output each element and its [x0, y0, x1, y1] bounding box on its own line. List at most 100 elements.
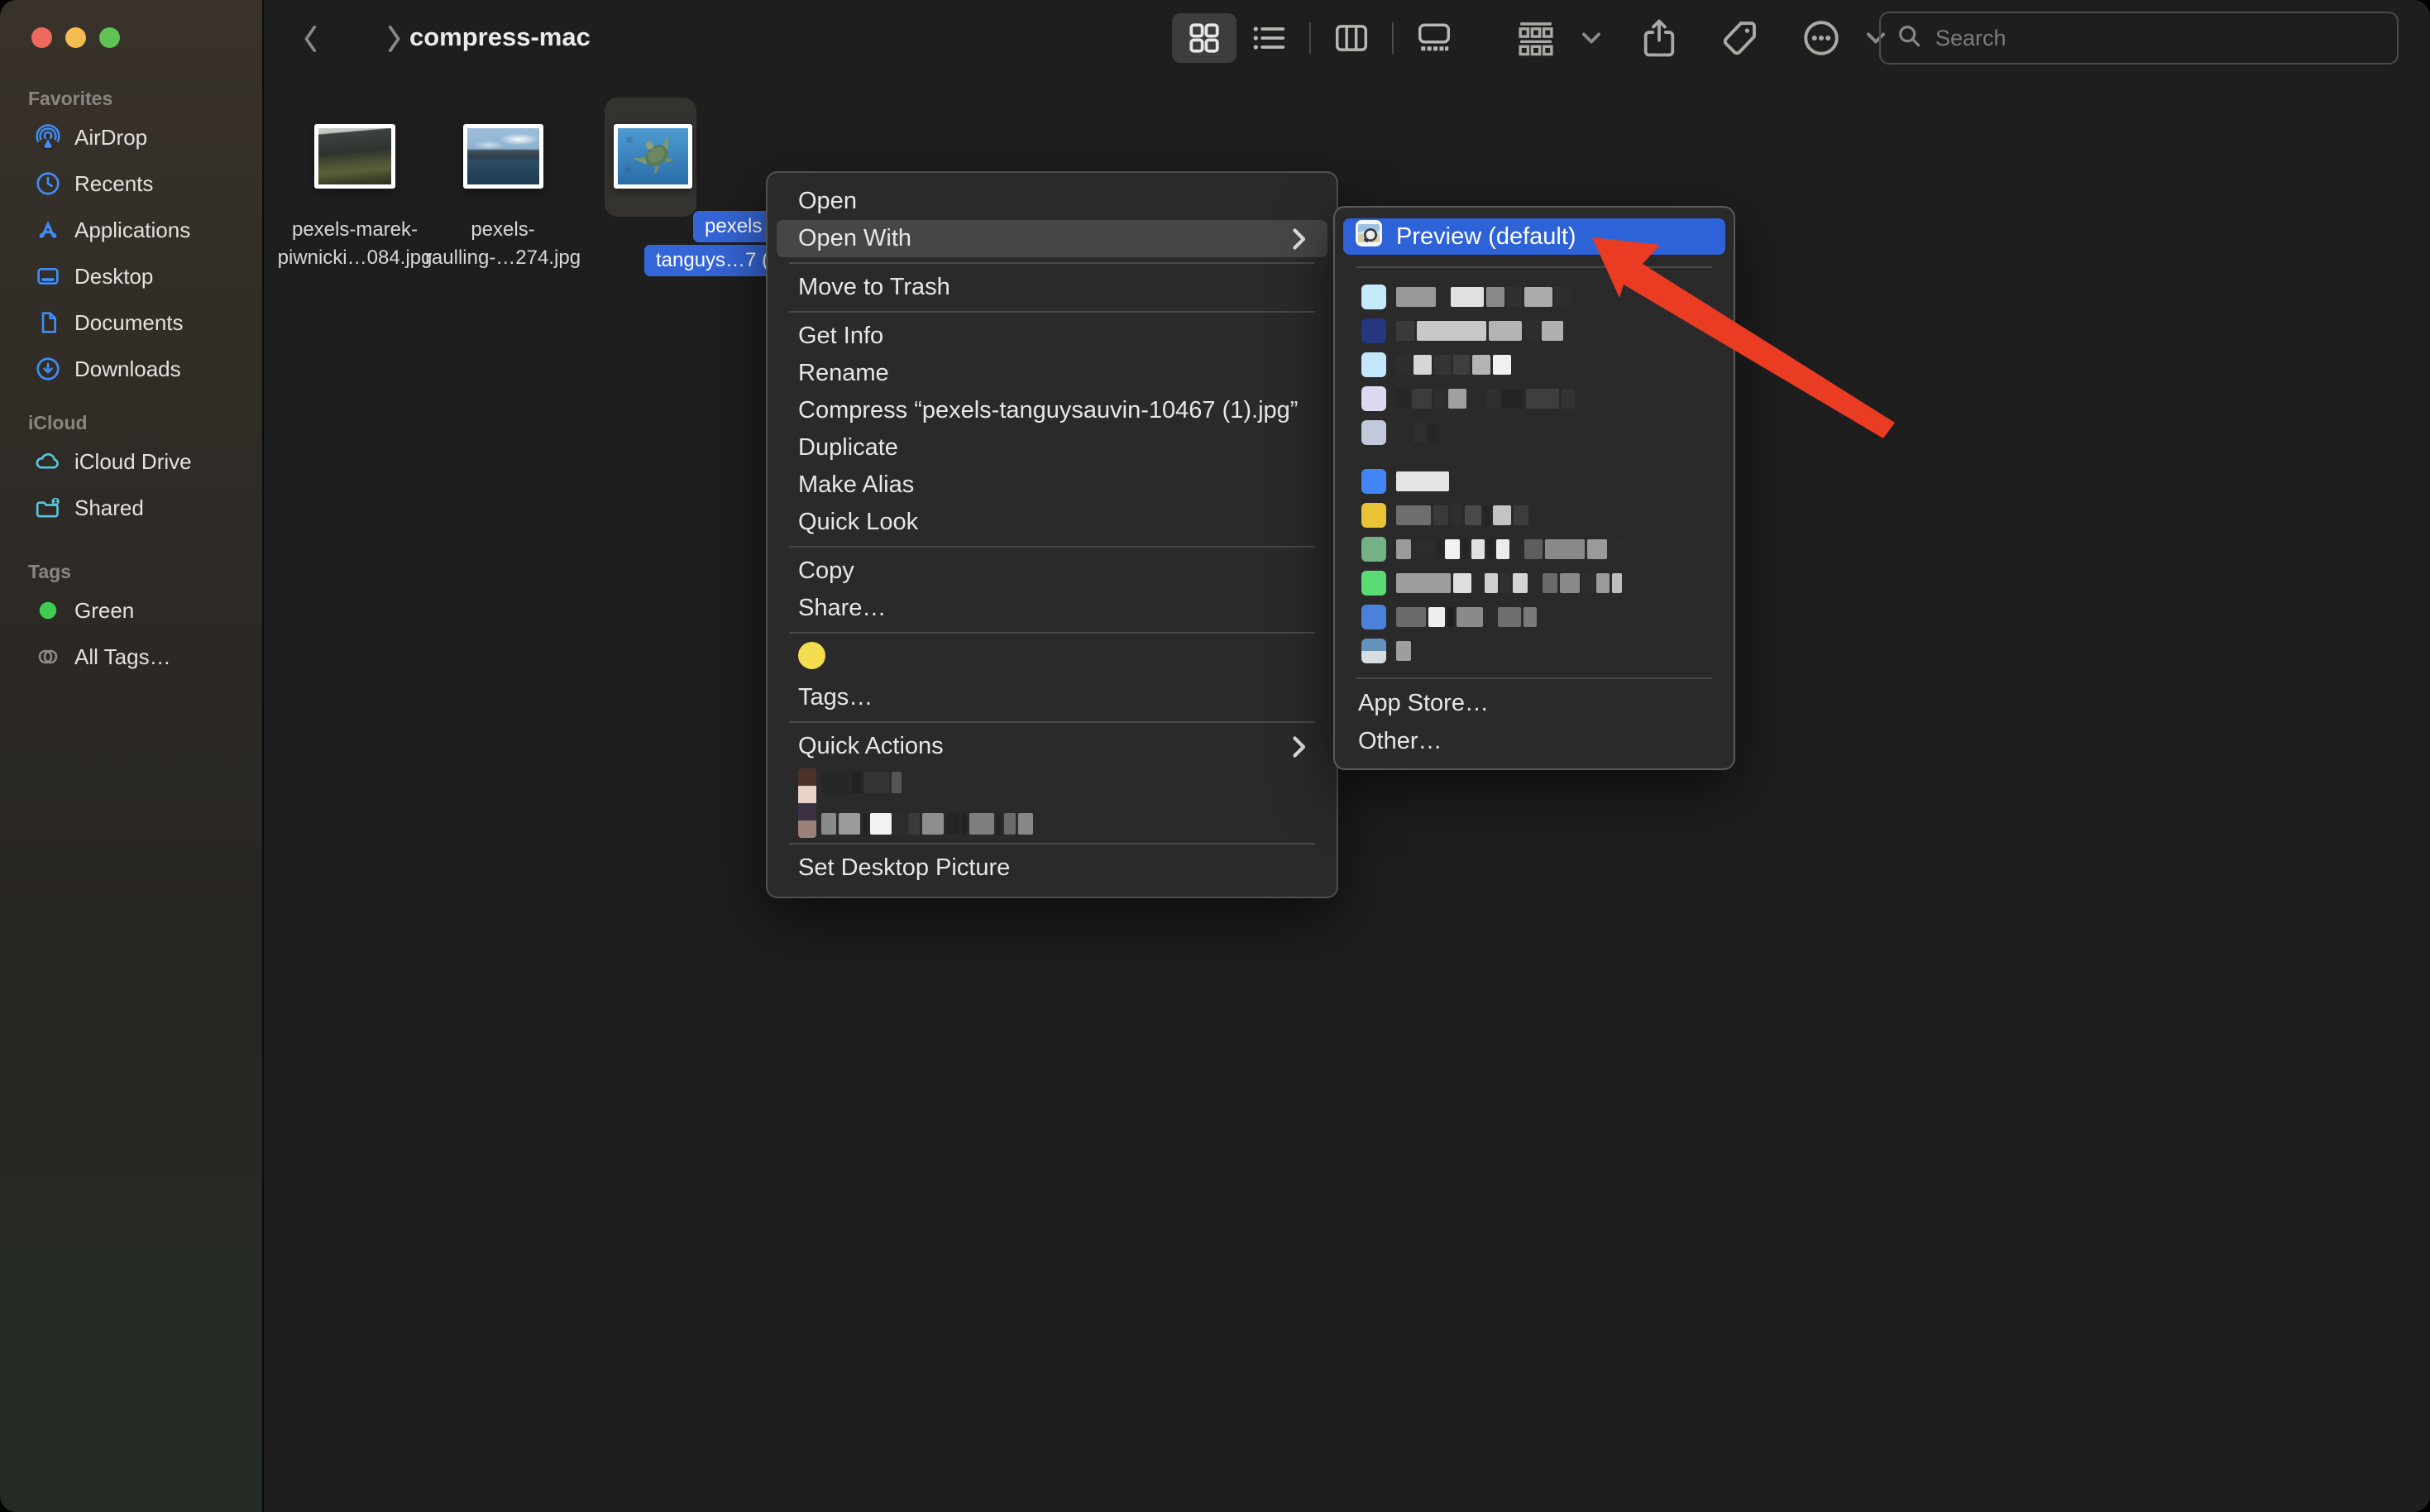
blurred-app-row[interactable] [1335, 600, 1734, 634]
menu-item-tags[interactable]: Tags… [777, 679, 1327, 716]
shared-folder-icon [33, 493, 63, 523]
sidebar-item-green[interactable]: Green [0, 587, 256, 634]
submenu-item-label: Preview (default) [1396, 223, 1576, 251]
document-icon [33, 308, 63, 337]
search-field[interactable] [1879, 12, 2399, 65]
file-label[interactable]: pexels-raulling-…274.jpg [404, 216, 602, 272]
app-icon [1361, 639, 1386, 663]
appstore-a-icon [33, 215, 63, 245]
sidebar-item-applications[interactable]: Applications [0, 207, 256, 253]
sidebar-item-shared[interactable]: Shared [0, 485, 256, 531]
sidebar-section-header-icloud: iCloud [0, 407, 256, 438]
file-thumbnail-coast[interactable] [463, 124, 543, 189]
blurred-app-row[interactable] [1335, 532, 1734, 566]
blurred-app-row[interactable] [1335, 347, 1734, 381]
submenu-item-app-store[interactable]: App Store… [1335, 684, 1734, 722]
sidebar-item-label: AirDrop [74, 125, 147, 151]
separator [789, 311, 1315, 313]
menu-item-open[interactable]: Open [777, 183, 1327, 220]
menu-item-open-with[interactable]: Open With [777, 220, 1327, 257]
chevron-down-icon[interactable] [1579, 28, 1604, 48]
open-with-submenu: Preview (default) App Store…Other… [1333, 206, 1735, 770]
menu-item-label: Make Alias [798, 471, 914, 499]
traffic-lights [31, 27, 120, 48]
back-icon[interactable] [297, 18, 325, 64]
file-thumbnail-mountain[interactable] [314, 124, 395, 189]
menu-item-quick-look[interactable]: Quick Look [777, 504, 1327, 541]
menu-item-compress-pexels-tanguysauvin-10467-1-jpg[interactable]: Compress “pexels-tanguysauvin-10467 (1).… [777, 392, 1327, 429]
menu-item-move-to-trash[interactable]: Move to Trash [777, 269, 1327, 306]
tag-icon[interactable] [1720, 17, 1761, 59]
blurred-app-row[interactable] [1335, 313, 1734, 347]
menu-item-label: Move to Trash [798, 274, 950, 301]
separator [789, 262, 1315, 264]
submenu-item-preview-default[interactable]: Preview (default) [1343, 218, 1725, 255]
sidebar-sections: FavoritesAirDropRecentsApplicationsDeskt… [0, 83, 256, 680]
blurred-app-row[interactable] [1335, 634, 1734, 667]
sidebar-item-label: Downloads [74, 356, 181, 382]
submenu-chevron-icon [1289, 734, 1308, 759]
blurred-app-row[interactable] [1335, 415, 1734, 449]
app-icon [1361, 537, 1386, 562]
separator [789, 721, 1315, 723]
menu-item-label: Share… [798, 595, 886, 622]
context-menu: Open Open With Move to Trash Get InfoRename… [766, 171, 1338, 898]
sidebar-item-downloads[interactable]: Downloads [0, 346, 256, 392]
sidebar-item-airdrop[interactable]: AirDrop [0, 114, 256, 160]
sidebar-item-desktop[interactable]: Desktop [0, 253, 256, 299]
menu-item-share[interactable]: Share… [777, 590, 1327, 627]
cloud-icon [33, 447, 63, 476]
sidebar-item-label: Recents [74, 171, 153, 197]
sidebar-item-documents[interactable]: Documents [0, 299, 256, 346]
menu-item-get-info[interactable]: Get Info [777, 318, 1327, 355]
menu-item-quick-actions[interactable]: Quick Actions [777, 728, 1327, 765]
menu-item-set-desktop-picture[interactable]: Set Desktop Picture [777, 849, 1327, 887]
sidebar-item-recents[interactable]: Recents [0, 160, 256, 207]
menu-item-duplicate[interactable]: Duplicate [777, 429, 1327, 467]
sidebar-item-label: Desktop [74, 264, 153, 289]
blurred-app-name [1396, 539, 1623, 559]
blurred-app-name [1396, 607, 1537, 627]
blurred-app-name [1396, 287, 1571, 307]
forward-icon[interactable] [380, 18, 408, 64]
separator [789, 843, 1315, 845]
more-icon[interactable] [1801, 17, 1842, 59]
menu-item-label: Open With [798, 225, 911, 252]
column-view-button[interactable] [1319, 13, 1384, 63]
sea-turtle-image [618, 128, 688, 184]
icon-view-button[interactable] [1172, 13, 1237, 63]
submenu-item-other[interactable]: Other… [1335, 722, 1734, 760]
all-tags-icon [33, 642, 63, 672]
blurred-app-row[interactable] [1335, 280, 1734, 313]
sidebar-item-icloud-drive[interactable]: iCloud Drive [0, 438, 256, 485]
list-view-button[interactable] [1237, 13, 1301, 63]
zoom-button[interactable] [99, 27, 120, 48]
close-button[interactable] [31, 27, 52, 48]
download-circle-icon [33, 354, 63, 384]
sidebar-item-all-tags[interactable]: All Tags… [0, 634, 256, 680]
search-input[interactable] [1935, 26, 2382, 51]
menu-item-make-alias[interactable]: Make Alias [777, 467, 1327, 504]
menu-item-label: Set Desktop Picture [798, 854, 1010, 882]
minimize-button[interactable] [65, 27, 86, 48]
yellow-tag-dot[interactable] [798, 642, 825, 669]
app-icon [1361, 469, 1386, 494]
sidebar-item-label: Applications [74, 218, 190, 243]
menu-item-rename[interactable]: Rename [777, 355, 1327, 392]
sidebar-item-label: iCloud Drive [74, 449, 192, 475]
app-icon [1361, 420, 1386, 445]
share-icon[interactable] [1638, 17, 1680, 60]
group-icon[interactable] [1514, 18, 1557, 58]
blurred-app-row[interactable] [1335, 498, 1734, 532]
blurred-app-row[interactable] [1335, 464, 1734, 498]
menu-item-copy[interactable]: Copy [777, 553, 1327, 590]
file-thumbnail-turtle[interactable] [614, 124, 692, 189]
green-dot-icon [33, 596, 63, 625]
app-icon [1361, 352, 1386, 377]
gallery-view-button[interactable] [1402, 13, 1466, 63]
sidebar-item-label: Documents [74, 310, 184, 336]
blurred-app-row[interactable] [1335, 381, 1734, 415]
blurred-app-row[interactable] [1335, 566, 1734, 600]
app-icon [1361, 318, 1386, 343]
window-title: compress-mac [409, 22, 591, 52]
